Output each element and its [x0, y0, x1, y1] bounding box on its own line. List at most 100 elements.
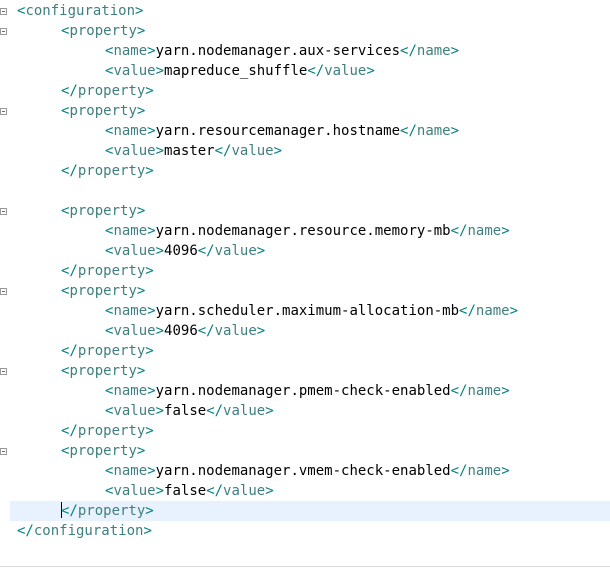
code-line[interactable]: <configuration> [10, 1, 610, 21]
tag-name: name [113, 463, 148, 479]
tag-bracket: </ [450, 223, 468, 239]
code-line[interactable]: <name>yarn.nodemanager.vmem-check-enable… [10, 461, 610, 481]
tag-bracket: > [155, 323, 165, 339]
code-line[interactable]: <name>yarn.nodemanager.pmem-check-enable… [10, 381, 610, 401]
element-value: master [164, 143, 215, 159]
tag-bracket: > [147, 303, 156, 319]
code-line[interactable]: </property> [10, 421, 610, 441]
tag-name: property [69, 203, 137, 219]
code-line[interactable]: <value>master</value> [10, 141, 610, 161]
blank-line[interactable] [10, 181, 610, 201]
code-line[interactable]: <value>mapreduce_shuffle</value> [10, 61, 610, 81]
tag-bracket: </ [197, 243, 215, 259]
code-line[interactable]: <property> [10, 101, 610, 121]
fold-collapse-icon[interactable] [0, 288, 7, 295]
tag-name: configuration [33, 523, 144, 539]
fold-collapse-icon[interactable] [0, 448, 7, 455]
tag-name: value [113, 323, 156, 339]
tag-name: name [475, 303, 510, 319]
tag-bracket: > [145, 503, 154, 519]
code-line[interactable]: <name>yarn.nodemanager.resource.memory-m… [10, 221, 610, 241]
tag-bracket: > [145, 83, 154, 99]
tag-bracket: > [147, 123, 156, 139]
tag-name: property [69, 443, 137, 459]
element-value: yarn.nodemanager.aux-services [155, 43, 401, 59]
element-value: yarn.resourcemanager.hostname [155, 123, 401, 139]
tag-bracket: </ [61, 423, 78, 439]
tag-name: property [69, 103, 137, 119]
tag-bracket: </ [61, 263, 78, 279]
tag-bracket: > [273, 143, 283, 159]
code-line[interactable]: </property> [10, 501, 610, 521]
tag-bracket: > [136, 203, 146, 219]
tag-bracket: </ [450, 463, 468, 479]
xml-editor[interactable]: <configuration> <property> <name>yarn.node… [0, 0, 610, 569]
tag-bracket: </ [197, 323, 215, 339]
tag-name: value [113, 403, 156, 419]
code-line[interactable]: </property> [10, 341, 610, 361]
tag-bracket: > [136, 363, 146, 379]
fold-collapse-icon[interactable] [0, 368, 7, 375]
fold-collapse-icon[interactable] [0, 28, 7, 35]
tag-name: name [113, 383, 148, 399]
code-line[interactable]: </property> [10, 81, 610, 101]
tag-name: value [113, 243, 156, 259]
tag-name: name [467, 383, 502, 399]
tag-bracket: > [145, 263, 154, 279]
tag-name: property [77, 163, 146, 179]
code-line[interactable]: <value>4096</value> [10, 241, 610, 261]
tag-name: property [77, 263, 146, 279]
tag-name: name [113, 123, 148, 139]
fold-collapse-icon[interactable] [0, 108, 7, 115]
tag-name: property [69, 23, 137, 39]
fold-gutter [0, 0, 10, 569]
element-value: yarn.nodemanager.resource.memory-mb [155, 223, 451, 239]
tag-bracket: </ [61, 163, 78, 179]
tag-name: value [223, 483, 266, 499]
code-line[interactable]: <value>false</value> [10, 401, 610, 421]
code-line[interactable]: </configuration> [10, 521, 610, 541]
tag-bracket: > [155, 403, 165, 419]
tag-name: value [223, 403, 266, 419]
element-value: yarn.nodemanager.pmem-check-enabled [155, 383, 451, 399]
tag-bracket: > [265, 483, 274, 499]
code-line[interactable]: <property> [10, 21, 610, 41]
fold-collapse-icon[interactable] [0, 208, 7, 215]
tag-bracket: > [366, 63, 375, 79]
code-line[interactable]: <name>yarn.scheduler.maximum-allocation-… [10, 301, 610, 321]
tag-bracket: > [136, 103, 146, 119]
tag-name: property [77, 83, 146, 99]
tag-bracket: </ [459, 303, 476, 319]
tag-bracket: > [145, 343, 154, 359]
tag-bracket: </ [400, 123, 417, 139]
element-value: yarn.scheduler.maximum-allocation-mb [155, 303, 460, 319]
code-line[interactable]: </property> [10, 161, 610, 181]
code-line[interactable]: <property> [10, 281, 610, 301]
code-line[interactable]: <property> [10, 361, 610, 381]
tag-bracket: > [501, 223, 510, 239]
tag-name: configuration [25, 3, 136, 19]
fold-collapse-icon[interactable] [0, 8, 7, 15]
tag-bracket: > [136, 283, 146, 299]
tag-bracket: </ [61, 503, 78, 519]
code-line[interactable]: <name>yarn.nodemanager.aux-services</nam… [10, 41, 610, 61]
tag-bracket: > [135, 3, 144, 19]
tag-name: value [113, 63, 156, 79]
code-line[interactable]: </property> [10, 261, 610, 281]
code-line[interactable]: <property> [10, 441, 610, 461]
tag-bracket: </ [61, 83, 78, 99]
tag-name: name [416, 43, 451, 59]
tag-bracket: </ [206, 403, 224, 419]
tag-bracket: > [145, 163, 154, 179]
tag-bracket: > [256, 323, 266, 339]
element-value: mapreduce_shuffle [164, 63, 308, 79]
tag-bracket: </ [214, 143, 232, 159]
code-line[interactable]: <value>4096</value> [10, 321, 610, 341]
code-line[interactable]: <name>yarn.resourcemanager.hostname</nam… [10, 121, 610, 141]
tag-name: property [69, 363, 137, 379]
tag-name: value [113, 483, 156, 499]
code-line[interactable]: <property> [10, 201, 610, 221]
tag-bracket: > [450, 43, 460, 59]
code-line[interactable]: <value>false</value> [10, 481, 610, 501]
tag-name: property [77, 503, 146, 519]
